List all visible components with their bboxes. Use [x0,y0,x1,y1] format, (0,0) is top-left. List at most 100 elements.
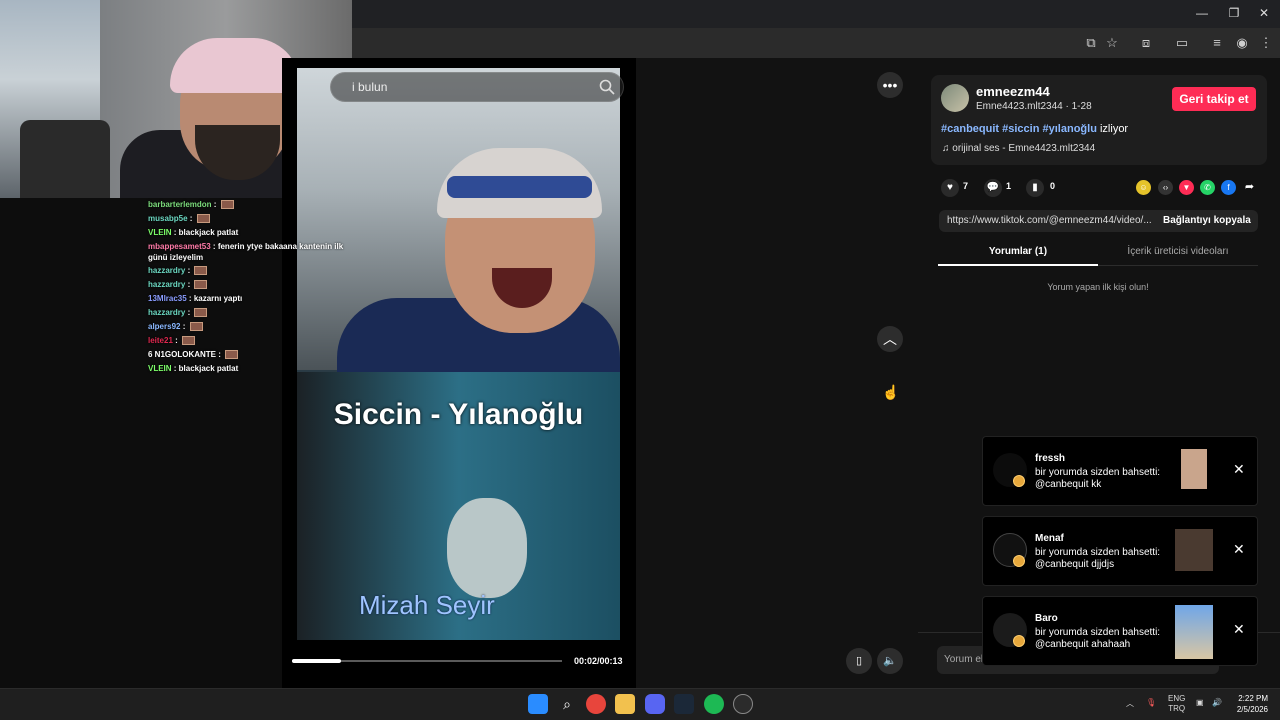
emote-icon [196,214,210,224]
chat-message: mbappesamet53 : fenerin ytye bakaana kan… [148,242,344,262]
tab-creator-videos[interactable]: İçerik üreticisi videoları [1098,246,1258,257]
emote-icon [220,200,234,210]
cursor-icon: ☝ [882,384,900,400]
chat-message: 13Mlrac35 : kazarnı yaptı [148,294,243,303]
pip-button[interactable]: ▯ [846,648,872,674]
emote-icon [225,350,239,360]
creator-avatar[interactable] [941,84,969,112]
comments-count: 1 [1006,181,1012,191]
more-options-button[interactable]: ••• [877,72,903,98]
video-url[interactable]: https://www.tiktok.com/@emneezm44/video/… [947,215,1152,226]
share-arrow-icon[interactable]: ➦ [1242,180,1257,195]
chrome-icon[interactable] [586,694,606,714]
network-icon[interactable]: ▣ [1196,698,1204,707]
emote-icon [194,280,208,290]
close-icon[interactable]: ✕ [1233,461,1245,478]
chat-text: blackjack patlat [178,364,239,373]
likes-count: 7 [963,181,969,191]
heart-icon[interactable]: ♥ [941,179,959,197]
tab-comments[interactable]: Yorumlar (1) [938,246,1098,257]
whatsapp-icon[interactable]: ✆ [1200,180,1215,195]
previous-video-button[interactable]: ︿ [877,326,903,352]
music-title[interactable]: orijinal ses - Emne4423.mlt2344 [952,143,1095,154]
sidepanel-icon[interactable]: ▭ [1173,34,1191,52]
notification-text: bir yorumda sizden bahsetti: @canbequit … [1035,467,1161,490]
saves-count: 0 [1050,181,1056,191]
close-icon[interactable]: ✕ [1233,541,1245,558]
chat-username: mbappesamet53 [148,242,211,251]
chat-message: hazzardry : [148,306,358,320]
volume-tray-icon[interactable]: 🔊 [1212,698,1222,707]
music-info[interactable]: ♫ orijinal ses - Emne4423.mlt2344 [942,143,1095,154]
chat-username: alpers92 [148,322,181,331]
close-window-button[interactable]: ✕ [1254,6,1274,20]
search-input[interactable]: i bulun [352,80,387,94]
spotify-icon[interactable] [704,694,724,714]
menu-icon[interactable]: ⋮ [1257,34,1275,52]
hashtag-link[interactable]: #yılanoğlu [1043,123,1097,135]
steam-icon[interactable] [674,694,694,714]
notification-text: bir yorumda sizden bahsetti: @canbequit … [1035,547,1161,570]
caption-suffix: izliyor [1099,123,1129,135]
chat-message: VLEIN : blackjack patlat [148,364,239,373]
badge-icon: 6 [148,350,155,359]
video-watermark: Mizah Seyir [359,590,495,620]
taskbar-clock[interactable]: 2:22 PM 2/5/2026 [1228,693,1268,715]
chat-username: hazzardry [148,280,186,289]
hashtag-link[interactable]: #siccin [1002,123,1039,135]
chat-text: blackjack patlat [178,228,239,237]
volume-button[interactable]: 🔈 [877,648,903,674]
taskbar-search-icon[interactable]: ⌕ [557,694,577,714]
chat-username: N1GOLOKANTE [154,350,217,359]
chat-username: barbarterlemdon [148,200,212,209]
file-explorer-icon[interactable] [615,694,635,714]
notification-card[interactable]: Baro bir yorumda sizden bahsetti: @canbe… [982,596,1258,666]
copy-link-button[interactable]: Bağlantıyı kopyala [1163,215,1251,226]
restore-button[interactable]: ❐ [1224,6,1244,20]
extensions-icon[interactable]: ⧈ [1137,34,1155,52]
profile-icon[interactable]: ◉ [1233,34,1251,52]
chat-username: hazzardry [148,266,186,275]
coin-icon [1013,555,1025,567]
coin-share-icon[interactable]: ☺ [1136,180,1151,195]
chat-message: leite21 : [148,334,358,348]
notification-card[interactable]: Menaf bir yorumda sizden bahsetti: @canb… [982,516,1258,586]
emote-icon [189,322,203,332]
chat-message: barbarterlemdon : [148,198,358,212]
chat-text: kazarnı yaptı [193,294,243,303]
emote-icon [194,266,208,276]
app-icon[interactable] [733,694,753,714]
chat-username: hazzardry [148,308,186,317]
comment-icon[interactable]: 💬 [984,179,1002,197]
notification-card[interactable]: fressh bir yorumda sizden bahsetti: @can… [982,436,1258,506]
minimize-button[interactable]: — [1192,6,1212,20]
bookmark-star-icon[interactable]: ☆ [1103,34,1121,52]
embed-icon[interactable]: ‹› [1158,180,1173,195]
microphone-icon[interactable]: 🎙 [1146,698,1156,707]
bookmark-icon[interactable]: ▮ [1026,179,1044,197]
tray-chevron-icon[interactable]: ︿ [1126,698,1134,709]
media-icon[interactable]: ≡ [1208,34,1226,52]
follow-back-button[interactable]: Geri takip et [1172,87,1256,111]
hashtag-link[interactable]: #canbequit [941,123,999,135]
facebook-icon[interactable]: f [1221,180,1236,195]
notification-name: Menaf [1035,533,1064,544]
search-icon[interactable] [598,78,616,96]
chat-message: musabp5e : [148,212,358,226]
language-code: ENG [1168,694,1186,703]
emote-icon [182,336,196,346]
coin-icon [1013,475,1025,487]
send-icon[interactable]: ▼ [1179,180,1194,195]
video-time: 00:02/00:13 [574,656,623,666]
install-icon[interactable]: ⧉ [1082,34,1100,52]
empty-comments-message: Yorum yapan ilk kişi olun! [1047,282,1149,292]
close-icon[interactable]: ✕ [1233,621,1245,638]
chat-message: hazzardry : [148,264,358,278]
notification-text: bir yorumda sizden bahsetti: @canbequit … [1035,627,1161,650]
creator-username[interactable]: emneezm44 [976,84,1050,99]
taskbar [0,688,1280,720]
windows-start-icon[interactable] [528,694,548,714]
discord-icon[interactable] [645,694,665,714]
language-indicator[interactable]: ENG TRQ [1168,694,1185,714]
chat-message: 6 N1GOLOKANTE : [148,348,358,362]
